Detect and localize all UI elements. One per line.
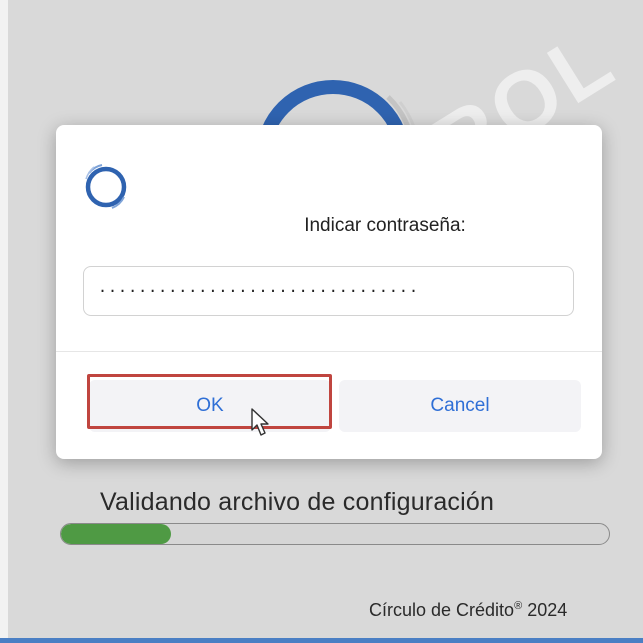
mouse-pointer-icon [251,408,269,436]
dialog-divider [56,351,602,352]
footer-brand-name: Círculo de Crédito [369,600,515,620]
screen-edge [0,0,8,638]
footer-brand: Círculo de Crédito® 2024 [369,600,567,621]
cancel-button[interactable]: Cancel [339,380,581,432]
trademark-symbol: ® [514,600,523,612]
prompt-label: Indicar contraseña: [304,215,466,236]
progress-bar-fill [61,524,171,544]
circulo-logo-icon [85,164,127,209]
ok-button-highlight [87,374,332,429]
dialog-prompt: Indicar contraseña: [56,215,602,237]
password-field[interactable] [83,266,574,316]
status-message: Validando archivo de configuración [100,488,495,516]
progress-bar [60,523,610,545]
footer-year: 2024 [527,600,568,620]
taskbar-strip [0,638,643,643]
